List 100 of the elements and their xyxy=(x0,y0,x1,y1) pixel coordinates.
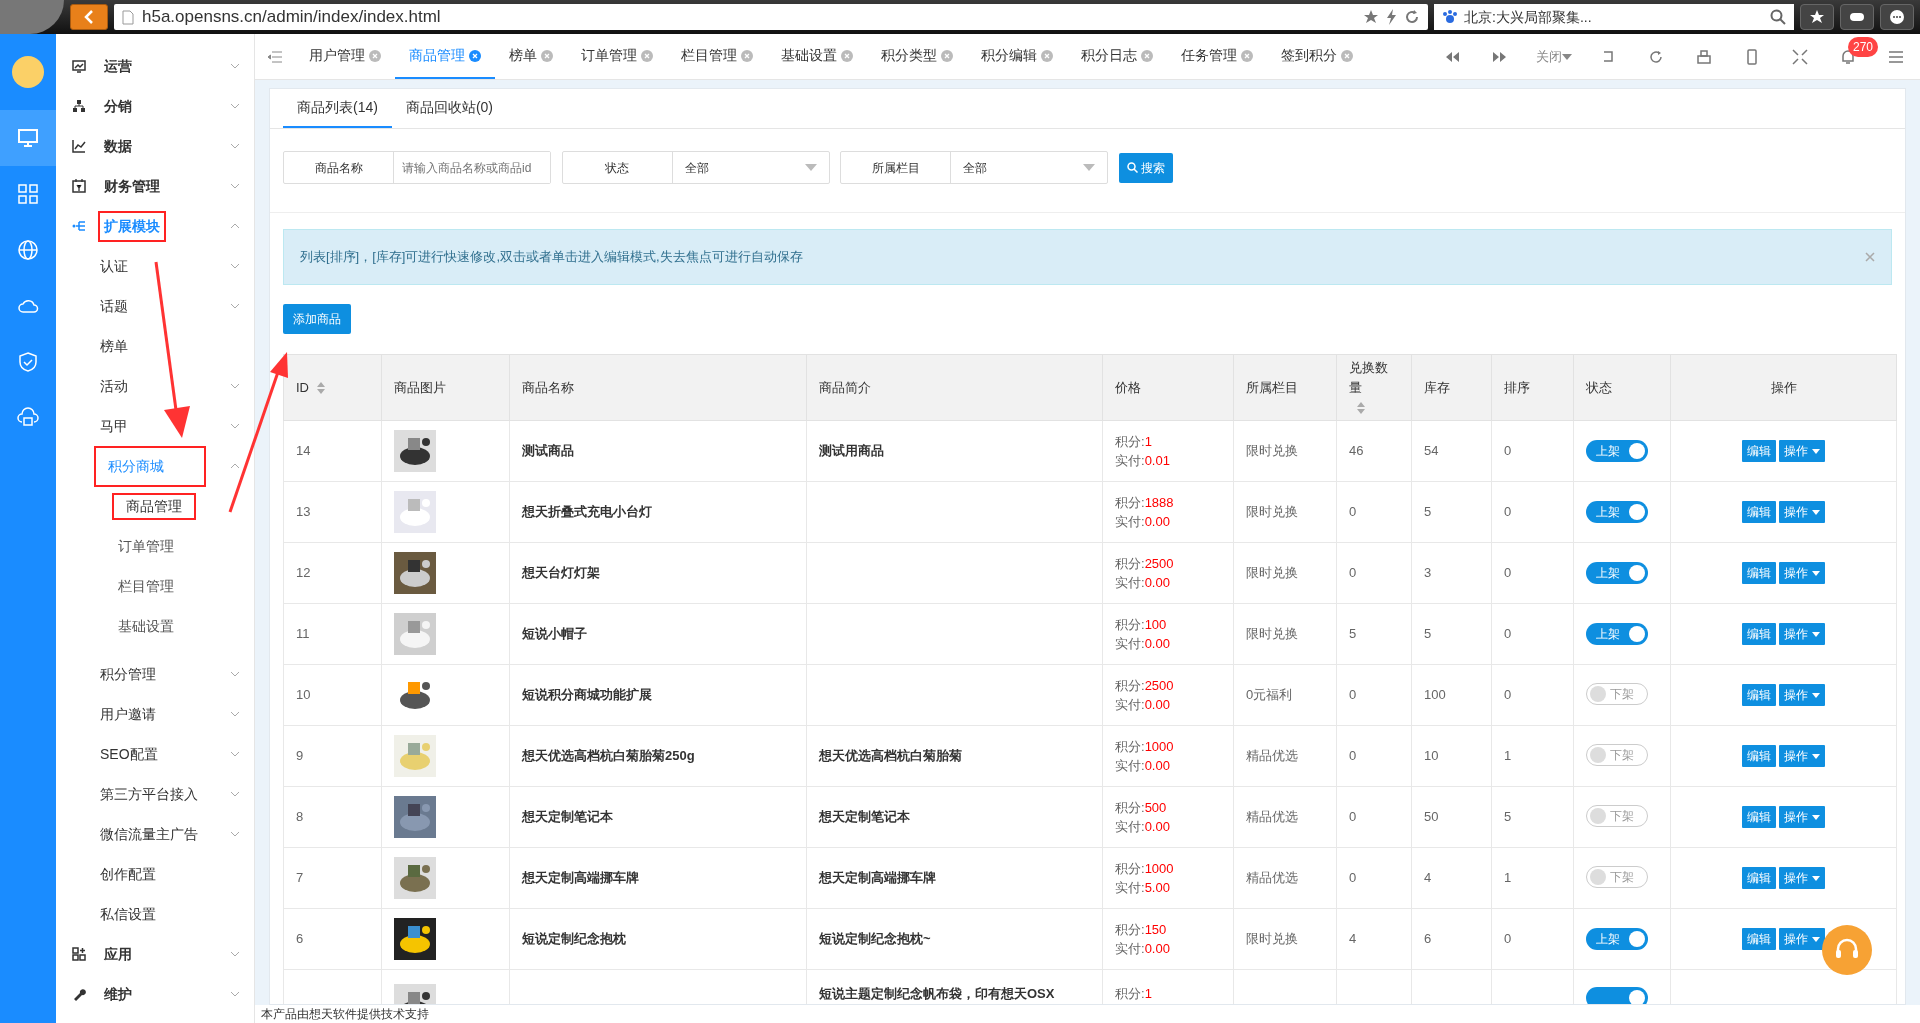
product-intro: 想天优选高档杭白菊胎菊 xyxy=(819,748,962,764)
category-cell: 限时兑换 xyxy=(1246,504,1298,520)
exchange-count: 4 xyxy=(1349,931,1357,947)
sidebar-item[interactable]: 维护 xyxy=(98,978,138,1010)
product-name: 想天折叠式充电小台灯 xyxy=(522,504,652,520)
sidebar-item[interactable]: 认证 xyxy=(94,250,134,282)
sort-cell: 0 xyxy=(1504,931,1512,947)
points-price: 积分:1888 xyxy=(1115,494,1174,512)
product-name: 短说小帽子 xyxy=(522,626,587,642)
points-price: 积分:100 xyxy=(1115,616,1167,634)
product-name: 想天定制高端挪车牌 xyxy=(522,870,639,886)
column-header: 商品简介 xyxy=(819,379,871,395)
page-tab[interactable]: 用户管理 xyxy=(295,34,395,79)
page-tab[interactable]: 栏目管理 xyxy=(667,34,767,79)
points-price: 积分:1 xyxy=(1115,433,1152,451)
address-bar[interactable]: h5a.opensns.cn/admin/index/index.html xyxy=(114,4,1428,30)
sort-cell: 0 xyxy=(1504,565,1512,581)
paid-price: 实付:0.00 xyxy=(1115,940,1170,958)
sidebar-item[interactable]: 积分管理 xyxy=(94,658,162,690)
points-price: 积分:1000 xyxy=(1115,860,1174,878)
sidebar-item[interactable]: 榜单 xyxy=(94,330,134,362)
product-name: 短说积分商城功能扩展 xyxy=(522,687,652,703)
sidebar-item[interactable]: 积分商城 xyxy=(94,445,206,487)
page-tab[interactable]: 任务管理 xyxy=(1167,34,1267,79)
page-tab[interactable]: 积分类型 xyxy=(867,34,967,79)
sidebar-item[interactable]: 创作配置 xyxy=(94,858,162,890)
points-price: 积分:1000 xyxy=(1115,738,1174,756)
sidebar-item[interactable]: 微信流量主广告 xyxy=(94,818,204,850)
column-header: 价格 xyxy=(1115,379,1141,395)
sidebar-item[interactable]: 应用 xyxy=(98,938,138,970)
product-name: 测试商品 xyxy=(522,443,574,459)
page-tab[interactable]: 榜单 xyxy=(495,34,567,79)
sidebar-item[interactable]: SEO配置 xyxy=(94,738,164,770)
exchange-count: 0 xyxy=(1349,504,1357,520)
sidebar-item[interactable]: 订单管理 xyxy=(112,530,180,562)
exchange-count: 5 xyxy=(1349,626,1357,642)
column-header: 排序 xyxy=(1504,379,1530,395)
sort-cell: 0 xyxy=(1504,687,1512,703)
points-price: 积分:1 xyxy=(1115,985,1152,1003)
sidebar-item[interactable]: 私信设置 xyxy=(94,898,162,930)
column-header: 商品名称 xyxy=(522,379,574,395)
id-cell: 13 xyxy=(296,504,311,520)
column-header: 状态 xyxy=(1586,379,1612,395)
close-menu[interactable]: 关闭 xyxy=(1536,46,1562,67)
product-name: 想天优选高档杭白菊胎菊250g xyxy=(522,748,695,764)
sidebar-item[interactable]: 话题 xyxy=(94,290,134,322)
exchange-count: 0 xyxy=(1349,809,1357,825)
category-cell: 限时兑换 xyxy=(1246,443,1298,459)
sort-cell: 0 xyxy=(1504,504,1512,520)
list-tab[interactable]: 商品回收站(0) xyxy=(391,89,508,128)
exchange-count: 0 xyxy=(1349,687,1357,703)
page-tab[interactable]: 积分编辑 xyxy=(967,34,1067,79)
product-name: 想天台灯灯架 xyxy=(522,565,600,581)
column-header: 库存 xyxy=(1424,379,1450,395)
stock-cell: 10 xyxy=(1424,748,1439,764)
id-cell: 6 xyxy=(296,931,304,947)
id-cell: 7 xyxy=(296,870,304,886)
exchange-count: 0 xyxy=(1349,748,1357,764)
page-tab[interactable]: 积分日志 xyxy=(1067,34,1167,79)
sidebar-item[interactable]: 活动 xyxy=(94,370,134,402)
stock-cell: 50 xyxy=(1424,809,1439,825)
paid-price: 实付:0.00 xyxy=(1115,818,1170,836)
sidebar-item[interactable]: 栏目管理 xyxy=(112,570,180,602)
sort-cell: 0 xyxy=(1504,443,1512,459)
paid-price: 实付:0.00 xyxy=(1115,513,1170,531)
product-intro: 想天定制高端挪车牌 xyxy=(819,870,936,886)
search-field[interactable]: 北京:大兴局部聚集... xyxy=(1434,4,1794,30)
sidebar-item[interactable]: 商品管理 xyxy=(112,492,196,520)
sort-cell: 1 xyxy=(1504,748,1512,764)
sidebar-item[interactable]: 用户邀请 xyxy=(94,698,162,730)
sidebar-item[interactable]: 马甲 xyxy=(94,410,134,442)
stock-cell: 54 xyxy=(1424,443,1439,459)
list-tab[interactable]: 商品列表(14) xyxy=(283,89,392,128)
exchange-count: 46 xyxy=(1349,443,1364,459)
id-cell: 12 xyxy=(296,565,311,581)
page-tab[interactable]: 订单管理 xyxy=(567,34,667,79)
sidebar-item[interactable]: 数据 xyxy=(98,130,138,162)
product-intro: 短说定制纪念抱枕~ xyxy=(819,931,931,947)
sidebar-item[interactable]: 分销 xyxy=(98,90,138,122)
sidebar-item[interactable]: 运营 xyxy=(98,50,138,82)
id-cell: 8 xyxy=(296,809,304,825)
points-price: 积分:150 xyxy=(1115,921,1167,939)
sidebar-item[interactable]: 第三方平台接入 xyxy=(94,778,204,810)
page-tab[interactable]: 签到积分 xyxy=(1267,34,1367,79)
category-cell: 精品优选 xyxy=(1246,809,1298,825)
page-tab[interactable]: 商品管理 xyxy=(395,34,495,79)
paid-price: 实付:0.00 xyxy=(1115,574,1170,592)
footer-text: 本产品由想天软件提供技术支持 xyxy=(255,1005,1920,1023)
product-name: 想天定制笔记本 xyxy=(522,809,613,825)
exchange-count: 0 xyxy=(1349,870,1357,886)
column-header: 操作 xyxy=(1770,379,1797,395)
sort-cell: 1 xyxy=(1504,870,1512,886)
category-cell: 精品优选 xyxy=(1246,870,1298,886)
sidebar-item[interactable]: 基础设置 xyxy=(112,610,180,642)
sidebar-item[interactable]: 财务管理 xyxy=(98,170,166,202)
column-header: ID xyxy=(296,379,309,395)
column-header: 商品图片 xyxy=(394,379,446,395)
id-cell: 10 xyxy=(296,687,311,703)
page-tab[interactable]: 基础设置 xyxy=(767,34,867,79)
id-cell: 11 xyxy=(296,626,310,642)
